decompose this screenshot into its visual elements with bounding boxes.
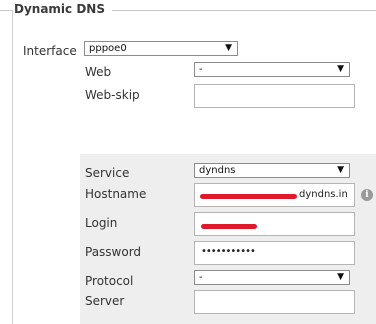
password-mask: •••••••••••: [201, 246, 256, 257]
server-label: Server: [85, 294, 125, 308]
fieldset-border-left: [12, 10, 13, 324]
protocol-label: Protocol: [85, 274, 134, 288]
info-icon[interactable]: i: [361, 189, 373, 201]
legend-line-left: [0, 10, 12, 11]
interface-label: Interface: [23, 44, 77, 58]
protocol-select[interactable]: - ▼: [194, 270, 350, 285]
service-select[interactable]: dyndns ▼: [194, 163, 350, 178]
server-input[interactable]: [194, 290, 355, 314]
chevron-down-icon: ▼: [337, 165, 344, 175]
service-label: Service: [85, 166, 130, 180]
web-skip-label: Web-skip: [85, 88, 140, 102]
interface-select[interactable]: pppoe0 ▼: [84, 41, 238, 56]
web-select-value: -: [199, 64, 203, 75]
login-input[interactable]: [194, 212, 355, 236]
login-label: Login: [85, 216, 118, 230]
section-title: Dynamic DNS: [14, 2, 105, 16]
password-input[interactable]: •••••••••••: [194, 241, 355, 265]
chevron-down-icon: ▼: [337, 272, 344, 282]
interface-select-value: pppoe0: [89, 43, 127, 54]
service-select-value: dyndns: [199, 165, 236, 176]
hostname-suffix: dyndns.in: [299, 189, 348, 200]
protocol-select-value: -: [199, 272, 203, 283]
hostname-input[interactable]: dyndns.in: [194, 183, 355, 207]
password-label: Password: [85, 245, 142, 259]
login-redaction: [201, 224, 257, 229]
legend-line-right: [112, 10, 376, 11]
web-label: Web: [85, 65, 112, 79]
chevron-down-icon: ▼: [225, 43, 232, 53]
web-skip-input[interactable]: [194, 84, 355, 108]
web-select[interactable]: - ▼: [194, 62, 350, 77]
chevron-down-icon: ▼: [337, 64, 344, 74]
hostname-label: Hostname: [85, 187, 147, 201]
hostname-redaction: [200, 194, 297, 199]
